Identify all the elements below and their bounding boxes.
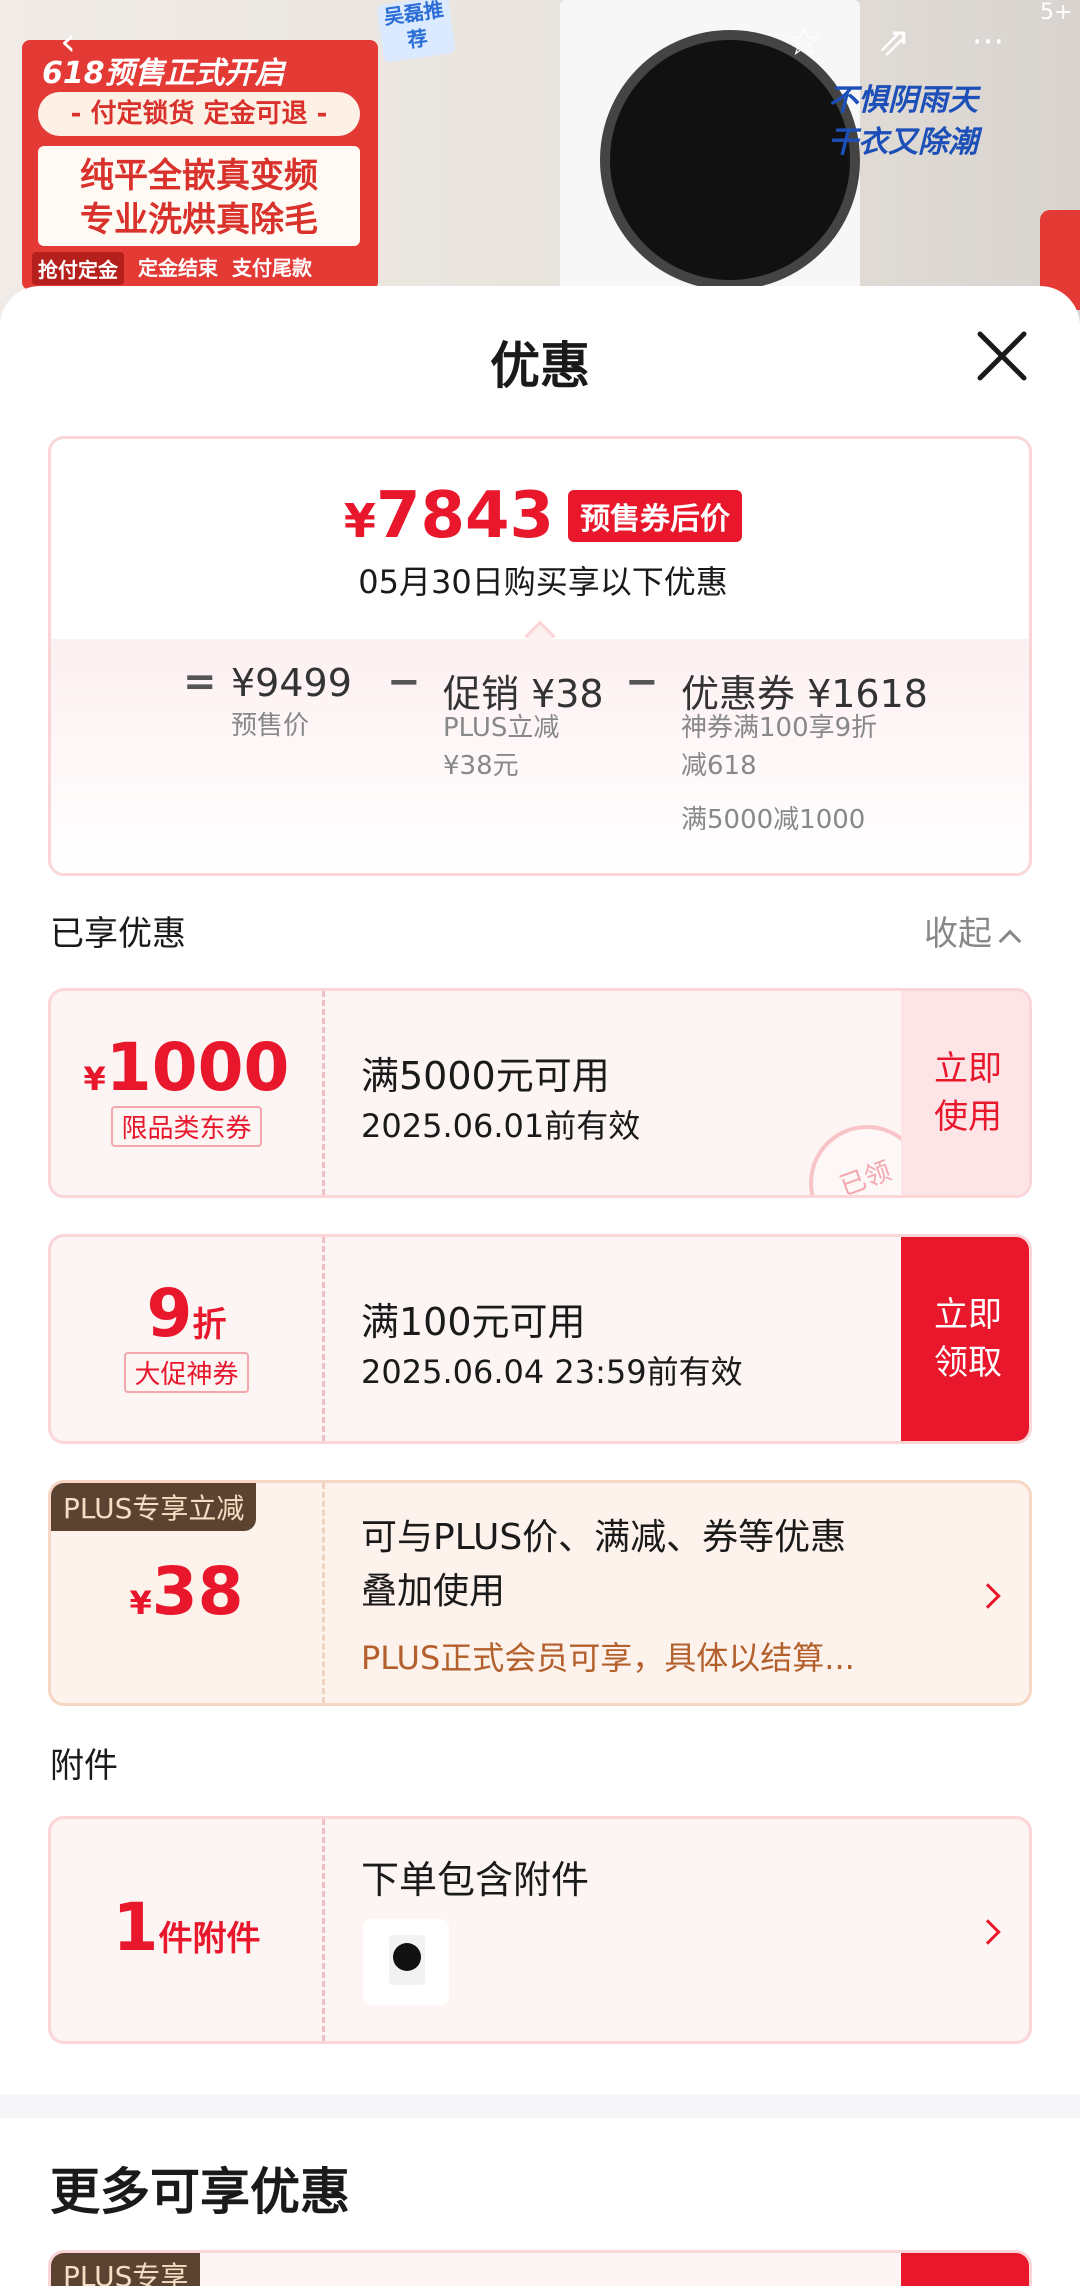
plus-note: PLUS正式会员可享，具体以结算... xyxy=(361,1639,855,1677)
plus-tag: PLUS专享立减 xyxy=(51,1483,257,1531)
plus-discount-card[interactable]: ¥38 PLUS专享立减 可与PLUS价、满减、券等优惠 叠加使用 PLUS正式… xyxy=(48,1480,1032,1706)
product-banner: 618预售正式开启 - 付定锁货 定金可退 - 纯平全嵌真变频 专业洗烘真除毛 … xyxy=(0,0,1080,330)
chevron-up-icon xyxy=(998,929,1022,953)
attachment-count: 1件附件 xyxy=(112,1889,261,1966)
presale-label: 预售价 xyxy=(231,711,310,741)
presale-steps: 抢付定金 定金结束 支付尾款 xyxy=(32,252,372,285)
presale-promo-card: 618预售正式开启 - 付定锁货 定金可退 - 纯平全嵌真变频 专业洗烘真除毛 … xyxy=(22,40,378,290)
presale-price: ¥9499 xyxy=(231,661,352,705)
chevron-right-icon xyxy=(975,1919,1001,1945)
promo-sub-1: PLUS立减 xyxy=(443,713,560,743)
attachment-card[interactable]: 1件附件 下单包含附件 xyxy=(48,1816,1032,2044)
use-now-button[interactable]: 立即使用 xyxy=(901,991,1029,1195)
minus-sign-2: − xyxy=(625,659,659,705)
price-summary-card: = ¥9499 预售价 − 促销 ¥38 PLUS立减 ¥38元 − 优惠券 ¥… xyxy=(48,436,1032,876)
plus-amount: ¥38 xyxy=(129,1553,244,1630)
slogan-line-2: 干衣又除潮 xyxy=(828,125,978,160)
promo-feature-box: 纯平全嵌真变频 专业洗烘真除毛 xyxy=(38,146,360,246)
back-icon[interactable]: ‹ xyxy=(40,14,96,70)
product-slogan: 不惧阴雨天 干衣又除潮 xyxy=(828,80,978,164)
step-1: 抢付定金 xyxy=(32,252,124,285)
attachment-desc: 下单包含附件 xyxy=(361,1858,590,1902)
claim-now-button[interactable]: 立即领取 xyxy=(901,1237,1029,1441)
enjoyed-section-label: 已享优惠 xyxy=(50,914,186,954)
final-price: ¥7843 xyxy=(343,479,555,553)
chevron-right-icon xyxy=(975,1583,1001,1609)
coupon-card-9-discount: 9折 大促神券 满100元可用 2025.06.04 23:59前有效 立即领取 xyxy=(48,1234,1032,1444)
promo-sub-2: ¥38元 xyxy=(443,751,519,781)
share-icon[interactable]: ⇗ xyxy=(866,14,922,70)
close-icon[interactable] xyxy=(972,326,1032,386)
coupon-card-1000: ¥1000 限品类东券 满5000元可用 2025.06.01前有效 已领 立即… xyxy=(48,988,1032,1198)
promo-line-1: 纯平全嵌真变频 xyxy=(80,156,318,196)
attachment-thumbnail xyxy=(363,1919,449,2005)
more-offer-card-peek: PLUS专享 xyxy=(48,2250,1032,2286)
promo-pill: - 付定锁货 定金可退 - xyxy=(38,92,360,136)
coupon-type-tag: 大促神券 xyxy=(124,1352,249,1393)
promo-line-2: 专业洗烘真除毛 xyxy=(80,200,318,240)
plus-desc: 可与PLUS价、满减、券等优惠 叠加使用 xyxy=(361,1517,847,1612)
offers-sheet: 优惠 = ¥9499 预售价 − 促销 ¥38 PLUS立减 ¥38元 − 优惠… xyxy=(0,286,1080,2286)
coupon-amount: ¥1000 xyxy=(83,1029,290,1106)
collapse-toggle[interactable]: 收起 xyxy=(924,906,1022,955)
equals-sign: = xyxy=(183,659,217,705)
coupon-value-area: 9折 大促神券 xyxy=(51,1237,325,1441)
coupon-sub-3: 满5000减1000 xyxy=(681,805,866,835)
step-3: 支付尾款 xyxy=(232,256,312,280)
more-offers-title: 更多可享优惠 xyxy=(50,2163,350,2221)
star-icon[interactable]: ☆ xyxy=(776,14,832,70)
section-divider xyxy=(0,2094,1080,2118)
sheet-title: 优惠 xyxy=(490,337,590,395)
coupon-sub-2: 减618 xyxy=(681,751,757,781)
coupon-condition: 满5000元可用 xyxy=(361,1054,610,1098)
peek-action-button[interactable] xyxy=(901,2253,1029,2286)
coupon-validity: 2025.06.04 23:59前有效 xyxy=(361,1353,743,1391)
coupon-amount: 9折 xyxy=(146,1275,227,1352)
coupon-sub-1: 神券满100享9折 xyxy=(681,713,878,743)
attachment-section-label: 附件 xyxy=(50,1746,118,1786)
coupon-type-tag: 限品类东券 xyxy=(111,1106,262,1147)
plus-tag: PLUS专享 xyxy=(51,2253,201,2286)
endorser-badge: 吴磊推荐 xyxy=(376,0,456,63)
coupon-validity: 2025.06.01前有效 xyxy=(361,1107,641,1145)
minus-sign-1: − xyxy=(387,659,421,705)
message-count-badge: 5+ xyxy=(1040,0,1073,25)
slogan-line-1: 不惧阴雨天 xyxy=(828,83,978,118)
coupon-condition: 满100元可用 xyxy=(361,1300,586,1344)
attachment-count-area: 1件附件 xyxy=(51,1819,325,2041)
final-price-row: ¥7843 预售券后价 xyxy=(51,479,1029,553)
purchase-date-note: 05月30日购买享以下优惠 xyxy=(358,563,728,601)
price-breakdown: = ¥9499 预售价 − 促销 ¥38 PLUS立减 ¥38元 − 优惠券 ¥… xyxy=(51,639,1029,873)
coupon-value-area: ¥1000 限品类东券 xyxy=(51,991,325,1195)
more-icon[interactable]: ··· xyxy=(960,14,1016,70)
final-price-tag: 预售券后价 xyxy=(568,490,743,542)
step-2: 定金结束 xyxy=(138,256,218,280)
